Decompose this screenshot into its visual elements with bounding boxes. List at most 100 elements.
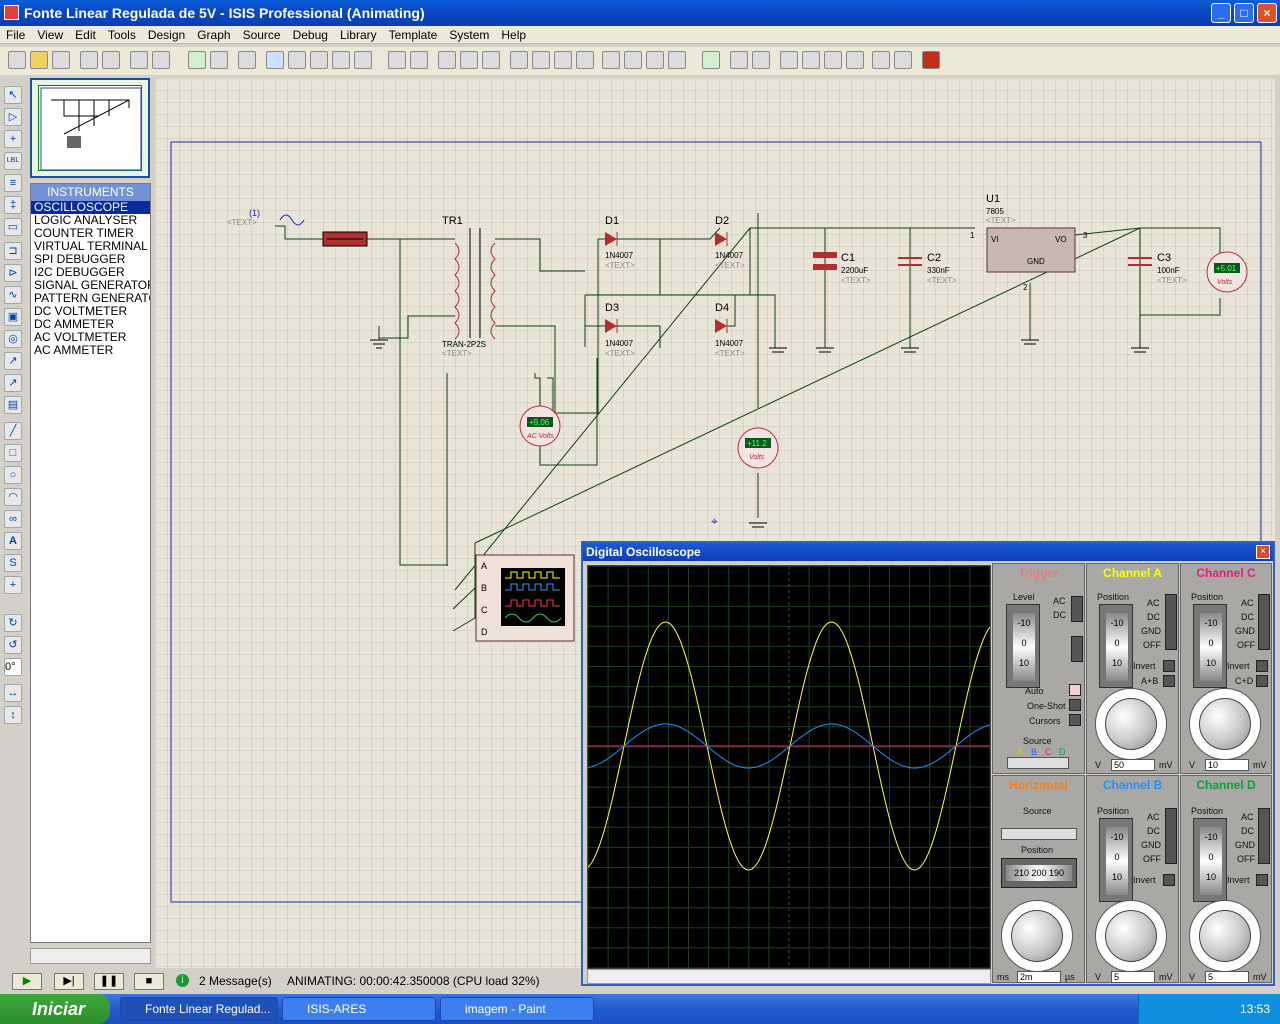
new-file-icon[interactable] <box>8 51 26 69</box>
bus-icon[interactable]: ‡ <box>4 196 22 214</box>
channel-d-position-drum[interactable]: -10 0 10 <box>1193 818 1227 902</box>
angle-field[interactable]: 0° <box>4 658 22 676</box>
instrument-logic-analyser[interactable]: LOGIC ANALYSER <box>31 214 150 227</box>
overview-window[interactable] <box>30 78 150 178</box>
instrument-i2c-debugger[interactable]: I2C DEBUGGER <box>31 266 150 279</box>
property-tool-icon[interactable] <box>752 51 770 69</box>
maximize-button[interactable]: □ <box>1234 3 1254 23</box>
text-script-icon[interactable]: ≡ <box>4 174 22 192</box>
channel-a-add-toggle[interactable] <box>1163 675 1175 687</box>
symbol-icon[interactable]: S <box>4 554 22 572</box>
select-mode-icon[interactable]: ↖ <box>4 86 22 104</box>
channel-a-volts-value[interactable]: 50 <box>1111 759 1155 771</box>
instrument-oscilloscope[interactable]: OSCILLOSCOPE <box>31 201 150 214</box>
voltage-probe-icon[interactable]: ↗ <box>4 352 22 370</box>
task-isis-ares[interactable]: ISIS-ARES <box>282 997 436 1021</box>
channel-b-volts-knob[interactable] <box>1105 910 1157 962</box>
save-icon[interactable] <box>52 51 70 69</box>
instrument-ac-voltmeter[interactable]: AC VOLTMETER <box>31 331 150 344</box>
current-probe-icon[interactable]: ↗ <box>4 374 22 392</box>
text-icon[interactable]: A <box>4 532 22 550</box>
packaging-icon[interactable] <box>646 51 664 69</box>
open-folder-icon[interactable] <box>30 51 48 69</box>
zoom-all-icon[interactable] <box>332 51 350 69</box>
path-icon[interactable]: ∞ <box>4 510 22 528</box>
block-copy-icon[interactable] <box>510 51 528 69</box>
channel-a-invert-toggle[interactable] <box>1163 660 1175 672</box>
bill-of-materials-icon[interactable] <box>872 51 890 69</box>
oscilloscope-close-button[interactable]: × <box>1256 545 1270 559</box>
goto-sheet-icon[interactable] <box>824 51 842 69</box>
task-paint[interactable]: imagem - Paint <box>440 997 594 1021</box>
trigger-level-drum[interactable]: -10 0 10 <box>1006 604 1040 688</box>
channel-b-coupling-switch[interactable] <box>1165 808 1177 864</box>
minimize-button[interactable]: _ <box>1211 3 1231 23</box>
cursors-toggle[interactable] <box>1069 714 1081 726</box>
channel-a-position-drum[interactable]: -10 0 10 <box>1099 604 1133 688</box>
block-delete-icon[interactable] <box>576 51 594 69</box>
copy-icon[interactable] <box>460 51 478 69</box>
trigger-auto-toggle[interactable] <box>1069 684 1081 696</box>
export-icon[interactable] <box>102 51 120 69</box>
import-icon[interactable] <box>80 51 98 69</box>
channel-b-invert-toggle[interactable] <box>1163 874 1175 886</box>
horizontal-time-value[interactable]: 2m <box>1017 971 1061 983</box>
tape-recorder-icon[interactable]: ▣ <box>4 308 22 326</box>
origin-icon[interactable] <box>238 51 256 69</box>
generator-icon[interactable]: ◎ <box>4 330 22 348</box>
horizontal-time-knob[interactable] <box>1011 910 1063 962</box>
pan-icon[interactable] <box>266 51 284 69</box>
child-sheet-icon[interactable] <box>846 51 864 69</box>
zoom-out-icon[interactable] <box>310 51 328 69</box>
menu-tools[interactable]: Tools <box>102 26 142 44</box>
oscilloscope-scrollbar[interactable] <box>587 969 991 984</box>
messages-count[interactable]: 2 Message(s) <box>199 974 272 988</box>
menu-library[interactable]: Library <box>334 26 383 44</box>
wire-label-icon[interactable]: LBL <box>4 152 22 170</box>
horizontal-position-drum[interactable]: 210 200 190 <box>1001 858 1077 888</box>
instrument-virtual-terminal[interactable]: VIRTUAL TERMINAL <box>31 240 150 253</box>
digital-oscilloscope-window[interactable]: Digital Oscilloscope × Trigger Level -10… <box>581 541 1275 986</box>
block-move-icon[interactable] <box>532 51 550 69</box>
device-pin-icon[interactable]: ⊳ <box>4 264 22 282</box>
menu-help[interactable]: Help <box>495 26 532 44</box>
menu-source[interactable]: Source <box>237 26 287 44</box>
instrument-pattern-generator[interactable]: PATTERN GENERATOR <box>31 292 150 305</box>
channel-d-invert-toggle[interactable] <box>1256 874 1268 886</box>
redo-icon[interactable] <box>410 51 428 69</box>
line-icon[interactable]: ╱ <box>4 422 22 440</box>
menu-view[interactable]: View <box>31 26 69 44</box>
electrical-check-icon[interactable] <box>894 51 912 69</box>
pick-device-icon[interactable] <box>602 51 620 69</box>
decompose-icon[interactable] <box>668 51 686 69</box>
subcircuit-icon[interactable]: ▭ <box>4 218 22 236</box>
channel-c-position-drum[interactable]: -10 0 10 <box>1193 604 1227 688</box>
wire-autorouter-icon[interactable] <box>702 51 720 69</box>
new-sheet-icon[interactable] <box>780 51 798 69</box>
junction-icon[interactable]: + <box>4 130 22 148</box>
grid-icon[interactable] <box>210 51 228 69</box>
menu-system[interactable]: System <box>443 26 495 44</box>
channel-c-volts-knob[interactable] <box>1199 698 1251 750</box>
rotate-cw-icon[interactable]: ↻ <box>4 614 22 632</box>
print-icon[interactable] <box>130 51 148 69</box>
instrument-counter-timer[interactable]: COUNTER TIMER <box>31 227 150 240</box>
mirror-x-icon[interactable]: ↔ <box>4 684 22 702</box>
undo-icon[interactable] <box>388 51 406 69</box>
task-isis[interactable]: Fonte Linear Regulad... <box>120 997 278 1021</box>
marker-icon[interactable]: + <box>4 576 22 594</box>
search-icon[interactable] <box>730 51 748 69</box>
block-rotate-icon[interactable] <box>554 51 572 69</box>
rotate-ccw-icon[interactable]: ↺ <box>4 636 22 654</box>
info-icon[interactable]: i <box>176 974 189 987</box>
graph-icon[interactable]: ∿ <box>4 286 22 304</box>
component-mode-icon[interactable]: ▷ <box>4 108 22 126</box>
trigger-oneshot-toggle[interactable] <box>1069 699 1081 711</box>
play-button[interactable]: ▶ <box>12 973 42 990</box>
channel-a-coupling-switch[interactable] <box>1165 594 1177 650</box>
instrument-dc-voltmeter[interactable]: DC VOLTMETER <box>31 305 150 318</box>
channel-b-volts-value[interactable]: 5 <box>1111 971 1155 983</box>
refresh-icon[interactable] <box>188 51 206 69</box>
mirror-y-icon[interactable]: ↕ <box>4 706 22 724</box>
close-button[interactable]: × <box>1257 3 1277 23</box>
